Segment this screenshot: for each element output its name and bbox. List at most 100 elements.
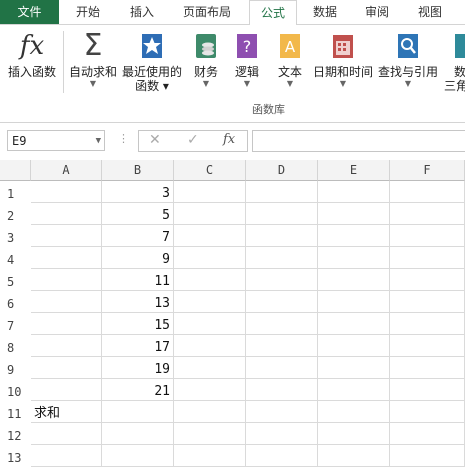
cell-b12[interactable] [102,423,174,445]
cell-e8[interactable] [318,335,390,357]
column-header-a[interactable]: A [31,160,102,181]
cell-f5[interactable] [390,269,465,291]
logical-button[interactable]: ? 逻辑 ▼ [230,31,264,89]
name-box[interactable]: E9 ▼ [7,130,105,151]
cell-a6[interactable] [31,291,102,313]
cell-d7[interactable] [246,313,318,335]
cell-f12[interactable] [390,423,465,445]
cell-c10[interactable] [174,379,246,401]
cell-d1[interactable] [246,181,318,203]
enter-icon[interactable]: ✓ [187,132,199,148]
cell-c2[interactable] [174,203,246,225]
cell-f6[interactable] [390,291,465,313]
row-header[interactable]: 3 [0,225,31,247]
row-header[interactable]: 11 [0,401,31,423]
cell-b2[interactable]: 5 [102,203,174,225]
cell-a10[interactable] [31,379,102,401]
row-header[interactable]: 7 [0,313,31,335]
cell-b13[interactable] [102,445,174,467]
financial-button[interactable]: 财务 ▼ [189,31,223,89]
cell-a8[interactable] [31,335,102,357]
formula-input[interactable] [252,130,465,152]
cell-f8[interactable] [390,335,465,357]
row-header[interactable]: 4 [0,247,31,269]
row-header[interactable]: 1 [0,181,31,203]
cell-e10[interactable] [318,379,390,401]
cell-f1[interactable] [390,181,465,203]
cell-e12[interactable] [318,423,390,445]
column-header-e[interactable]: E [318,160,390,181]
cell-d12[interactable] [246,423,318,445]
cell-a2[interactable] [31,203,102,225]
row-header[interactable]: 8 [0,335,31,357]
insert-function-icon[interactable]: fx [223,132,235,147]
cell-a9[interactable] [31,357,102,379]
cell-a11[interactable]: 求和 [31,401,102,423]
grip-icon[interactable]: ⋮ [118,132,129,145]
cell-b1[interactable]: 3 [102,181,174,203]
cell-b6[interactable]: 13 [102,291,174,313]
cell-b7[interactable]: 15 [102,313,174,335]
tab-data[interactable]: 数据 [302,0,348,24]
cell-f4[interactable] [390,247,465,269]
date-time-button[interactable]: 日期和时间 ▼ [312,31,374,89]
cell-e13[interactable] [318,445,390,467]
cell-d8[interactable] [246,335,318,357]
tab-formulas[interactable]: 公式 [249,0,297,26]
cell-e11[interactable] [318,401,390,423]
autosum-button[interactable]: Σ 自动求和 ▼ [66,31,120,89]
cell-d6[interactable] [246,291,318,313]
cell-e4[interactable] [318,247,390,269]
cell-c5[interactable] [174,269,246,291]
tab-view[interactable]: 视图 [407,0,453,24]
cell-a1[interactable] [31,181,102,203]
cell-b8[interactable]: 17 [102,335,174,357]
cell-f2[interactable] [390,203,465,225]
cell-c12[interactable] [174,423,246,445]
cell-d10[interactable] [246,379,318,401]
cell-a3[interactable] [31,225,102,247]
cell-d9[interactable] [246,357,318,379]
cell-e7[interactable] [318,313,390,335]
tab-file[interactable]: 文件 [0,0,59,24]
cell-b11[interactable] [102,401,174,423]
cell-f13[interactable] [390,445,465,467]
column-header-c[interactable]: C [174,160,246,181]
tab-insert[interactable]: 插入 [118,0,166,24]
text-button[interactable]: A 文本 ▼ [273,31,307,89]
row-header[interactable]: 12 [0,423,31,445]
row-header[interactable]: 5 [0,269,31,291]
cell-b10[interactable]: 21 [102,379,174,401]
row-header[interactable]: 10 [0,379,31,401]
cell-b9[interactable]: 19 [102,357,174,379]
cell-c6[interactable] [174,291,246,313]
tab-home[interactable]: 开始 [64,0,112,24]
column-header-d[interactable]: D [246,160,318,181]
column-header-f[interactable]: F [390,160,465,181]
cell-d13[interactable] [246,445,318,467]
cell-e3[interactable] [318,225,390,247]
cell-e6[interactable] [318,291,390,313]
cell-d11[interactable] [246,401,318,423]
cell-c1[interactable] [174,181,246,203]
cell-c13[interactable] [174,445,246,467]
cancel-icon[interactable]: ✕ [149,132,161,148]
cell-c9[interactable] [174,357,246,379]
cell-d3[interactable] [246,225,318,247]
tab-review[interactable]: 审阅 [354,0,400,24]
cell-d5[interactable] [246,269,318,291]
math-trig-button[interactable]: 数 三角 [444,31,465,93]
cell-d4[interactable] [246,247,318,269]
cell-f10[interactable] [390,379,465,401]
cell-c3[interactable] [174,225,246,247]
cell-a7[interactable] [31,313,102,335]
cell-a12[interactable] [31,423,102,445]
cell-e5[interactable] [318,269,390,291]
column-header-b[interactable]: B [102,160,174,181]
cell-e9[interactable] [318,357,390,379]
chevron-down-icon[interactable]: ▼ [96,131,101,152]
cell-c7[interactable] [174,313,246,335]
row-header[interactable]: 9 [0,357,31,379]
insert-function-button[interactable]: fx 插入函数 [4,31,60,79]
cell-c11[interactable] [174,401,246,423]
